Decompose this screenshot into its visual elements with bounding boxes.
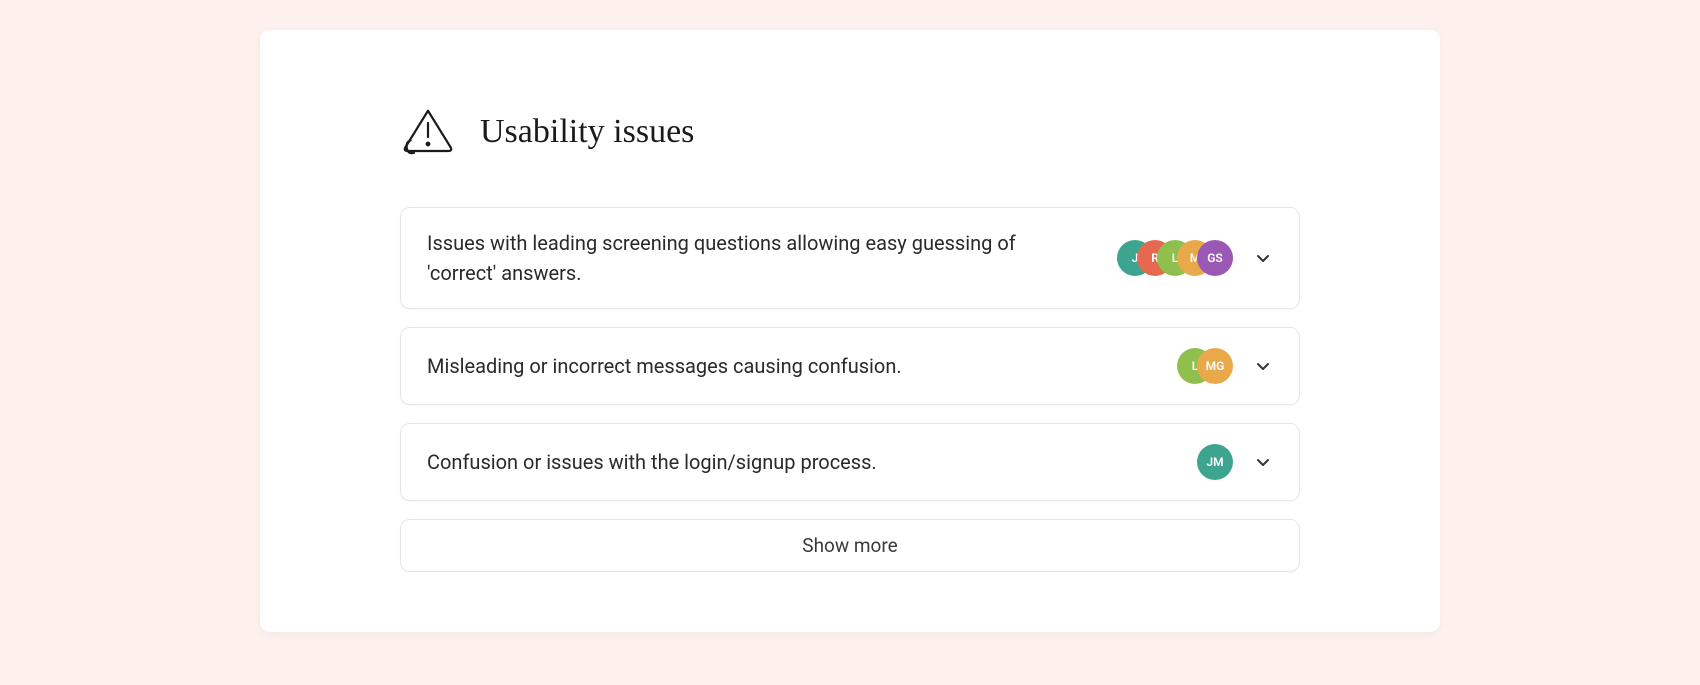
usability-card: Usability issues Issues with leading scr… <box>260 30 1440 632</box>
issue-row[interactable]: Issues with leading screening questions … <box>400 207 1300 309</box>
avatar: GS <box>1197 240 1233 276</box>
issue-right-cluster: L MG <box>1177 348 1273 384</box>
section-header: Usability issues <box>400 105 1300 159</box>
issue-row[interactable]: Misleading or incorrect messages causing… <box>400 327 1300 405</box>
avatar: MG <box>1197 348 1233 384</box>
chevron-down-icon[interactable] <box>1253 452 1273 472</box>
avatar: JM <box>1197 444 1233 480</box>
issue-text: Issues with leading screening questions … <box>427 228 1077 288</box>
issue-right-cluster: J R L M GS <box>1117 240 1273 276</box>
chevron-down-icon[interactable] <box>1253 356 1273 376</box>
issue-text: Misleading or incorrect messages causing… <box>427 351 1137 381</box>
show-more-button[interactable]: Show more <box>400 519 1300 572</box>
issue-list: Issues with leading screening questions … <box>400 207 1300 572</box>
issue-right-cluster: JM <box>1197 444 1273 480</box>
issue-text: Confusion or issues with the login/signu… <box>427 447 1157 477</box>
section-title: Usability issues <box>480 113 694 151</box>
avatar-stack: J R L M GS <box>1117 240 1233 276</box>
warning-icon <box>400 105 456 159</box>
issue-row[interactable]: Confusion or issues with the login/signu… <box>400 423 1300 501</box>
chevron-down-icon[interactable] <box>1253 248 1273 268</box>
avatar-stack: JM <box>1197 444 1233 480</box>
avatar-stack: L MG <box>1177 348 1233 384</box>
